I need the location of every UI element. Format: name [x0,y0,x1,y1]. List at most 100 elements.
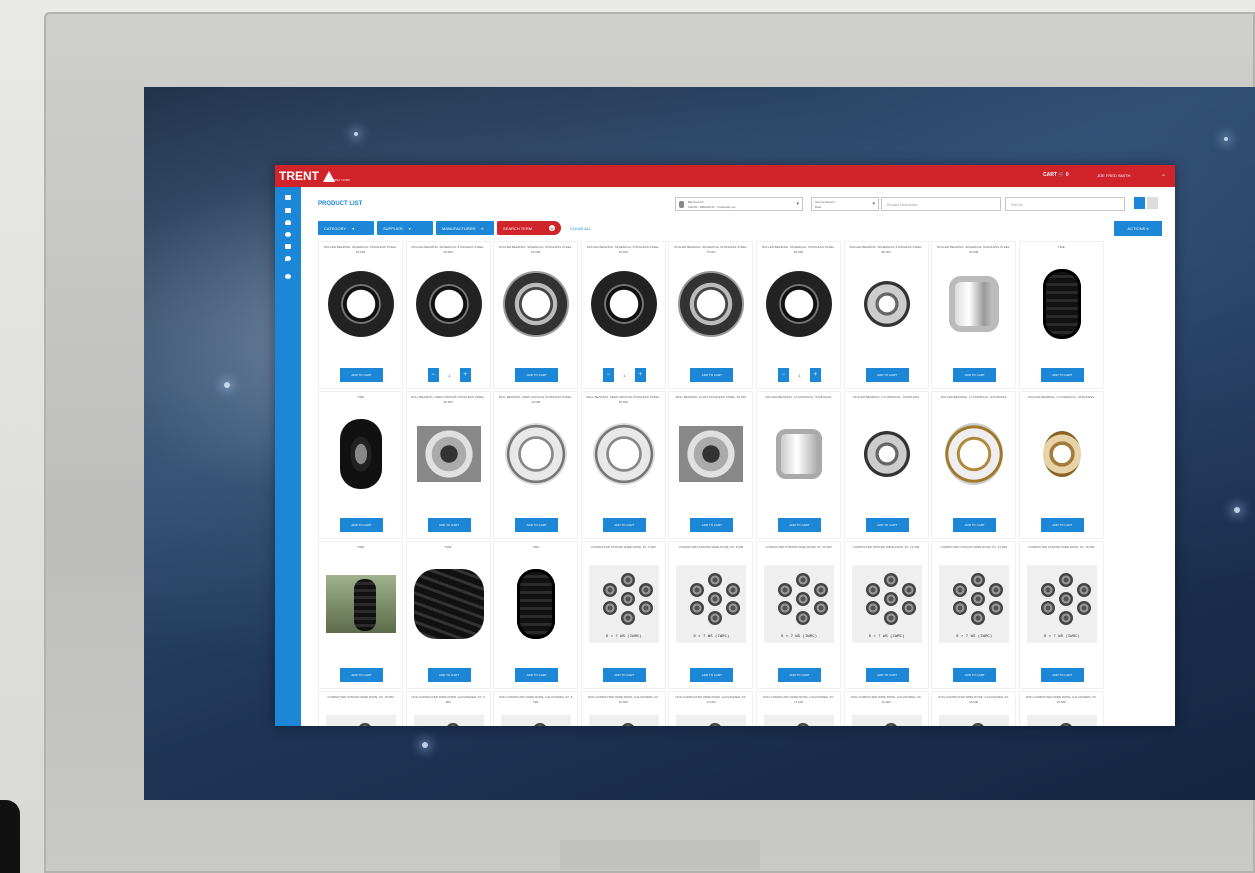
product-card[interactable]: ROLLER BEARING, SPHERICAL STAINLESS STEE… [318,241,403,389]
quantity-value[interactable]: 1 [798,373,800,378]
product-title[interactable]: ROLLER BEARING, CYLINDRICAL, STAINLESS [849,395,924,407]
product-card[interactable]: BALL BEARING, DEEP GROOVE STAINLESS STEE… [493,391,579,539]
product-image[interactable] [501,264,571,344]
add-to-cart-button[interactable]: ADD TO CART [602,518,646,532]
product-title[interactable]: ROLLER BEARING, SPHERICAL STAINLESS STEE… [761,245,836,257]
add-to-cart-button[interactable]: ADD TO CART [865,368,909,382]
product-image[interactable] [676,264,746,344]
product-image[interactable]: 6 × 7 WS (IWRC) [588,564,659,644]
product-title[interactable]: BALL BEARING, DEEP GROOVE STAINLESS STEE… [411,395,486,407]
actions-button[interactable]: ACTIONS ▾ [1114,221,1162,236]
add-to-cart-button[interactable]: ADD TO CART [953,668,997,682]
add-to-cart-button[interactable]: ADD TO CART [690,518,734,532]
product-image[interactable] [764,264,834,344]
product-image[interactable] [852,264,922,344]
product-image[interactable] [413,564,484,644]
product-title[interactable]: NON-COMPACTED WIRE ROPE, GALVANIZED, 6X,… [849,695,924,707]
product-card[interactable]: BALL BEARING, DEEP GROOVE STAINLESS STEE… [580,391,666,539]
product-card[interactable]: ROLLER BEARING, CYLINDRICAL, STAINLESS AD… [1018,391,1104,539]
product-image[interactable] [326,414,396,494]
product-title[interactable]: ROLLER BEARING, SPHERICAL STAINLESS STEE… [411,245,486,257]
product-title[interactable]: NON-COMPACTED WIRE ROPE, GALVANIZED, 6X,… [936,695,1011,707]
product-search-input[interactable]: Product Description [881,197,1001,211]
add-to-cart-button[interactable]: ADD TO CART [515,368,559,382]
filter-chip-search-term[interactable]: SEARCH TERM ✕ [497,221,561,235]
product-title[interactable]: NON-COMPACTED WIRE ROPE, GALVANIZED, 6X,… [411,695,486,707]
product-title[interactable]: ROLLER BEARING, SPHERICAL STAINLESS STEE… [498,245,573,257]
increment-button[interactable]: + [809,368,821,382]
product-image[interactable]: 6 × 7 WS (IWRC) [588,714,659,726]
product-card[interactable]: ROLLER BEARING, SPHERICAL STAINLESS STEE… [756,241,841,389]
list-view-toggle[interactable] [1147,197,1158,209]
product-title[interactable]: TIRE [411,545,486,557]
product-card[interactable]: COMPACTED STRAND WIRE ROPE, 6X, 10 MM 6 ×… [756,541,841,689]
add-to-cart-button[interactable]: ADD TO CART [427,668,471,682]
product-card[interactable]: NON-COMPACTED WIRE ROPE, GALVANIZED, 6X,… [668,691,754,726]
quantity-stepper[interactable]: − 1 + [427,368,471,382]
add-to-cart-button[interactable]: ADD TO CART [1040,368,1084,382]
product-image[interactable] [501,414,571,494]
product-card[interactable]: ROLLER BEARING, SPHERICAL STAINLESS STEE… [493,241,579,389]
product-image[interactable] [414,414,484,494]
quantity-value[interactable]: 1 [623,373,625,378]
product-title[interactable]: COMPACTED STRAND WIRE ROPE, 6X, 16 MM [1024,545,1099,557]
add-to-cart-button[interactable]: ADD TO CART [602,668,646,682]
cart-button[interactable]: CART 🛒 0 [1043,172,1069,178]
product-image[interactable]: 6 × 7 WS (IWRC) [1026,564,1097,644]
product-title[interactable]: COMPACTED STRAND WIRE ROPE, 6X, 18 MM [323,695,398,707]
location-icon[interactable] [285,256,291,261]
product-image[interactable]: 6 × 7 WS (IWRC) [1026,714,1097,726]
increment-button[interactable]: + [634,368,646,382]
product-image[interactable]: 6 × 7 WS (IWRC) [676,714,747,726]
product-card[interactable]: ROLLER BEARING, CYLINDRICAL, STAINLESS AD… [843,391,929,539]
product-card[interactable]: TIRE ADD TO CART [1018,241,1104,389]
product-title[interactable]: BALL BEARING, DEEP GROOVE STAINLESS STEE… [586,395,661,407]
product-image[interactable] [1027,264,1097,344]
product-card[interactable]: NON-COMPACTED WIRE ROPE, GALVANIZED, 6X,… [931,691,1017,726]
product-card[interactable]: BALL BEARING, DEEP GROOVE STAINLESS STEE… [405,391,491,539]
add-to-cart-button[interactable]: ADD TO CART [865,668,909,682]
account-select[interactable]: Bill Account SHOW - RBD/HDTL - Industria… [675,197,803,211]
add-to-cart-button[interactable]: ADD TO CART [427,518,471,532]
box-icon[interactable] [285,208,291,213]
product-title[interactable]: COMPACTED STRAND WIRE ROPE, 6X, 10 MM [761,545,836,557]
filter-chip-supplier[interactable]: SUPPLIER ▾ [377,221,433,235]
add-to-cart-button[interactable]: ADD TO CART [953,368,997,382]
decrement-button[interactable]: − [602,368,614,382]
product-image[interactable] [676,414,746,494]
add-to-cart-button[interactable]: ADD TO CART [515,668,559,682]
product-image[interactable] [589,414,659,494]
product-image[interactable] [589,264,659,344]
product-image[interactable]: 6 × 7 WS (IWRC) [764,714,834,726]
product-title[interactable]: ROLLER BEARING, SPHERICAL STAINLESS STEE… [586,245,661,257]
product-card[interactable]: ROLLER BEARING, CYLINDRICAL, STAINLESS AD… [756,391,841,539]
product-image[interactable]: 6 × 7 WS (IWRC) [764,564,834,644]
product-card[interactable]: ROLLER BEARING, SPHERICAL STAINLESS STEE… [668,241,754,389]
product-title[interactable]: TIRE [1024,245,1099,257]
product-card[interactable]: NON-COMPACTED WIRE ROPE, GALVANIZED, 6X,… [405,691,491,726]
product-title[interactable]: NON-COMPACTED WIRE ROPE, GALVANIZED, 6X,… [498,695,573,707]
chevron-down-icon[interactable]: ⌄ [1161,171,1166,178]
product-title[interactable]: COMPACTED STRAND WIRE ROPE, 6X, 6 MM [586,545,661,557]
product-image[interactable] [414,264,484,344]
product-card[interactable]: COMPACTED STRAND WIRE ROPE, 6X, 16 MM 6 ×… [1018,541,1104,689]
product-card[interactable]: COMPACTED STRAND WIRE ROPE, 6X, 18 MM 6 ×… [318,691,403,726]
add-to-cart-button[interactable]: ADD TO CART [865,518,909,532]
product-card[interactable]: COMPACTED STRAND WIRE ROPE, 6X, 12 MM 6 ×… [843,541,929,689]
add-to-cart-button[interactable]: ADD TO CART [778,668,821,682]
add-to-cart-button[interactable]: ADD TO CART [1040,518,1084,532]
quantity-stepper[interactable]: − 1 + [778,368,821,382]
product-title[interactable]: BALL BEARING, PLAIN STAINLESS STEEL, 50 … [673,395,748,407]
product-card[interactable]: NON-COMPACTED WIRE ROPE, GALVANIZED, 6X,… [843,691,929,726]
decrement-button[interactable]: − [427,368,439,382]
product-card[interactable]: TIRE ADD TO CART [318,541,403,689]
clock-icon[interactable] [285,232,291,237]
product-image[interactable]: 6 × 7 WS (IWRC) [501,714,572,726]
product-card[interactable]: COMPACTED STRAND WIRE ROPE, 6X, 14 MM 6 ×… [931,541,1017,689]
filter-chip-category[interactable]: CATEGORY ▾ [318,221,374,235]
product-card[interactable]: COMPACTED STRAND WIRE ROPE, 6X, 8 MM 6 × … [668,541,754,689]
product-title[interactable]: NON-COMPACTED WIRE ROPE, GALVANIZED, 6X,… [586,695,661,707]
bell-icon[interactable] [285,244,291,249]
product-title[interactable]: NON-COMPACTED WIRE ROPE, GALVANIZED, 6X,… [761,695,836,707]
product-card[interactable]: ROLLER BEARING, CYLINDRICAL, STAINLESS AD… [931,391,1017,539]
